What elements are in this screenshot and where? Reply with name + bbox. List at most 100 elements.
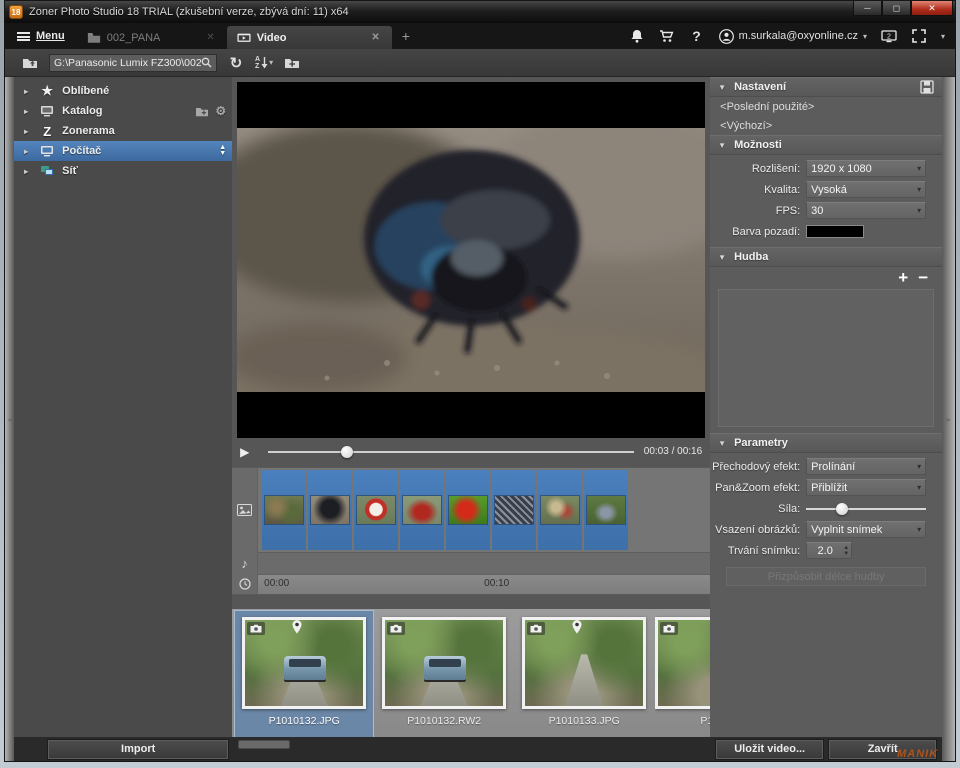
remove-music-button[interactable]: − [918,268,928,288]
background-color-swatch[interactable] [806,225,864,238]
timeline-clip[interactable] [446,470,490,550]
close-video-button[interactable]: Zavřít [829,740,936,759]
fullscreen-icon[interactable] [911,28,927,44]
sort-button[interactable]: AZ ▾ [255,56,273,70]
fps-row: FPS: 30 ▾ [710,201,934,220]
timeline-clip[interactable] [538,470,582,550]
filmstrip-item[interactable]: P1 [655,611,710,737]
timeline-clip[interactable] [354,470,398,550]
path-input[interactable]: G:\Panasonic Lumix FZ300\002_PAN. [49,54,217,72]
section-parametry[interactable]: ▼ Parametry [710,433,942,453]
notifications-bell-icon[interactable] [629,28,645,44]
minimize-button[interactable]: ─ [853,1,882,16]
slider-knob[interactable] [836,503,848,515]
tab-folder[interactable]: 002_PANA ✕ [77,26,227,49]
reorder-icon[interactable]: ▲▼ [219,145,226,157]
titlebar[interactable]: 18 Zoner Photo Studio 18 TRIAL (zkušební… [5,1,955,23]
expander-icon[interactable]: ▸ [24,107,32,116]
filmstrip-filename: P1010132.JPG [269,715,340,727]
refresh-icon[interactable]: ↻ [225,53,247,73]
folder-up-button[interactable] [19,53,41,73]
account-menu[interactable]: m.surkala@oxyonline.cz ▾ [719,29,867,44]
transition-effect-select[interactable]: Prolínání ▾ [806,458,926,475]
timeline: ♪ 00:00 00:10 [232,467,710,595]
hamburger-icon [17,32,30,41]
timeline-ruler[interactable]: 00:00 00:10 [258,574,710,594]
sidebar-item-oblibene[interactable]: ▸ ★ Oblíbené [14,81,232,101]
gps-pin-icon [572,620,582,634]
video-preview[interactable] [237,82,705,438]
timeline-clips-track[interactable] [258,468,710,552]
tab-bar: Menu 002_PANA ✕ Video ✕ + [5,23,955,49]
main-menu-button[interactable]: Menu [5,23,77,49]
second-display-icon[interactable]: 2 [881,28,897,44]
expander-icon[interactable]: ▸ [24,87,32,96]
fit-music-length-button[interactable]: Přizpůsobit délce hudby [726,567,926,586]
expander-icon[interactable]: ▸ [24,147,32,156]
section-nastaveni[interactable]: ▼ Nastavení [710,77,942,97]
sidebar-item-zonerama[interactable]: ▸ Z Zonerama [14,121,232,141]
left-panel-collapse-handle[interactable]: ◂ [5,77,14,761]
preset-last-used[interactable]: <Poslední použité> [710,97,942,116]
playback-controls: ▶ 00:03 / 00:16 [232,438,710,465]
seek-bar[interactable] [268,446,634,458]
new-folder-button[interactable] [281,53,303,73]
gear-icon[interactable]: ⚙ [215,104,226,118]
timeline-music-track[interactable] [258,552,710,574]
play-button[interactable]: ▶ [240,445,258,459]
cart-icon[interactable] [659,28,675,44]
quality-select[interactable]: Vysoká ▾ [806,181,926,198]
image-fit-row: Vsazení obrázků: Vyplnit snímek ▾ [710,520,934,539]
sidebar-item-katalog[interactable]: ▸ Katalog ⚙ [14,101,232,121]
spinner-arrows-icon[interactable]: ▲▼ [843,545,851,557]
timeline-clip[interactable] [400,470,444,550]
tab-folder-close-icon[interactable]: ✕ [204,32,216,43]
help-icon[interactable]: ? [689,28,705,44]
right-panel-collapse-handle[interactable]: ▸ [942,77,955,761]
tab-video-close-icon[interactable]: ✕ [369,32,381,43]
section-moznosti[interactable]: ▼ Možnosti [710,135,942,155]
transition-effect-row: Přechodový efekt: Prolínání ▾ [710,457,934,476]
horizontal-scrollbar[interactable] [238,740,290,749]
strength-row: Síla: [710,499,934,518]
folder-add-icon[interactable] [195,106,209,117]
search-icon[interactable] [201,57,212,68]
preset-default[interactable]: <Výchozí> [710,116,942,135]
panzoom-effect-select[interactable]: Přiblížit ▾ [806,479,926,496]
seek-knob[interactable] [341,446,353,458]
filmstrip-filename: P1010133.JPG [549,715,620,727]
new-tab-button[interactable]: + [392,23,420,49]
resolution-select[interactable]: 1920 x 1080 ▾ [806,160,926,177]
strength-slider[interactable] [806,502,926,516]
zonerama-icon: Z [39,124,55,138]
timeline-clip[interactable] [492,470,536,550]
timeline-clip[interactable] [584,470,628,550]
music-list[interactable] [718,289,934,427]
filmstrip-item[interactable]: P1010132.RW2 [375,611,513,737]
expander-icon[interactable]: ▸ [24,127,32,136]
chevron-down-icon: ▾ [917,525,921,534]
fullscreen-dropdown-icon[interactable]: ▾ [941,32,945,41]
add-music-button[interactable]: + [898,268,908,288]
import-button[interactable]: Import [48,740,228,759]
section-hudba[interactable]: ▼ Hudba [710,247,942,267]
frame-duration-spinner[interactable]: 2.0 ▲▼ [806,542,852,559]
save-video-button[interactable]: Uložit video... [716,740,823,759]
expander-icon[interactable]: ▸ [24,167,32,176]
filmstrip: P1010132.JPG P1010132.RW2 [232,609,710,737]
close-button[interactable]: ✕ [911,1,953,16]
filmstrip-item[interactable]: P1010132.JPG [235,611,373,737]
tab-video[interactable]: Video ✕ [227,26,392,49]
save-preset-icon[interactable] [920,80,934,94]
timeline-clip[interactable] [308,470,352,550]
catalog-icon [39,104,55,118]
sidebar-item-pocitac[interactable]: ▸ Počítač ▲▼ [14,141,232,161]
sidebar-item-sit[interactable]: ▸ Síť [14,161,232,181]
timeline-clip[interactable] [262,470,306,550]
image-fit-select[interactable]: Vyplnit snímek ▾ [806,521,926,538]
filmstrip-filename: P1010132.RW2 [407,715,481,727]
fps-select[interactable]: 30 ▾ [806,202,926,219]
maximize-button[interactable]: ◻ [882,1,911,16]
filmstrip-item[interactable]: P1010133.JPG [515,611,653,737]
background-color-row: Barva pozadí: [710,222,934,241]
